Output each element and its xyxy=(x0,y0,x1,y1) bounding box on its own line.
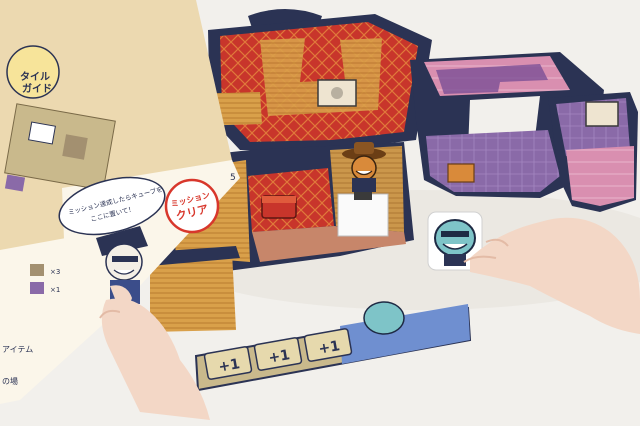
cowboy-body xyxy=(352,178,376,192)
cowboy-hat-top xyxy=(354,142,374,154)
page-number: 5 xyxy=(230,173,236,183)
tile-right-purple[interactable] xyxy=(426,130,560,192)
tile-guide-line2: ガイド xyxy=(22,82,52,95)
label-item: アイテム xyxy=(2,345,33,354)
row-x1: ×1 xyxy=(50,286,60,294)
piece-stand xyxy=(337,193,389,237)
board-game-photo: +1 +1 +1 タイル ガイド ミッション達成したらキューブを ここに置いて！… xyxy=(0,0,640,426)
picture-figure xyxy=(331,87,343,99)
row-x3: ×3 xyxy=(50,268,60,276)
tile-crate[interactable] xyxy=(447,163,475,183)
cowboy-face xyxy=(351,155,377,181)
row-item-icon-2 xyxy=(30,282,44,294)
row-item-icon-1 xyxy=(30,264,44,276)
tile-far-right-pink[interactable] xyxy=(566,146,634,206)
chest-lid xyxy=(262,196,296,203)
track-character xyxy=(363,301,405,335)
card-character-body xyxy=(444,254,466,266)
label-no: の場 xyxy=(2,376,18,386)
card-character-head xyxy=(434,219,476,257)
tile-picture-frame-right xyxy=(585,101,619,127)
tile-guide-line1: タイル xyxy=(20,71,50,83)
card-character-mask xyxy=(441,231,469,237)
